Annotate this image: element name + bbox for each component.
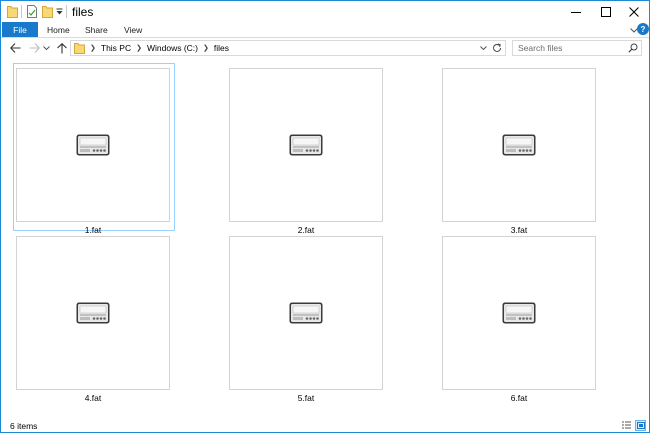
window-title: files: [72, 5, 94, 19]
breadcrumb-files[interactable]: files: [214, 43, 229, 53]
details-view-icon: [622, 421, 631, 429]
drive-device-icon: [76, 302, 110, 324]
customize-toolbar-chevron-icon[interactable]: [55, 4, 63, 19]
item-count: 6 items: [10, 421, 38, 431]
breadcrumb-windows-c[interactable]: Windows (C:): [147, 43, 198, 53]
search-input[interactable]: Search files: [512, 40, 642, 56]
search-placeholder: Search files: [518, 43, 563, 53]
large-icons-view-icon: [636, 422, 645, 429]
drive-device-icon: [289, 302, 323, 324]
file-thumbnail[interactable]: [229, 68, 383, 222]
breadcrumb-separator-icon[interactable]: ❯: [203, 44, 209, 52]
search-icon[interactable]: [628, 43, 638, 53]
navigation-bar: ❯ This PC ❯ Windows (C:) ❯ files Search …: [1, 38, 649, 58]
back-button[interactable]: [7, 40, 23, 56]
drive-device-icon: [76, 134, 110, 156]
folder-icon: [74, 42, 85, 54]
help-button[interactable]: ?: [637, 23, 649, 35]
file-name[interactable]: 5.fat: [228, 393, 384, 403]
title-bar: files: [1, 1, 649, 22]
up-button[interactable]: [54, 40, 70, 56]
breadcrumb-separator-icon[interactable]: ❯: [136, 44, 142, 52]
large-icons-view-button[interactable]: [635, 420, 646, 431]
maximize-icon: [601, 6, 611, 17]
close-icon: [629, 6, 639, 17]
file-name[interactable]: 4.fat: [15, 393, 171, 403]
drive-device-icon: [502, 302, 536, 324]
tab-view[interactable]: View: [124, 22, 142, 37]
maximize-button[interactable]: [591, 1, 621, 22]
address-history-button[interactable]: [478, 43, 488, 53]
address-bar[interactable]: ❯ This PC ❯ Windows (C:) ❯ files: [70, 40, 506, 56]
properties-icon[interactable]: [26, 4, 38, 19]
file-name[interactable]: 6.fat: [441, 393, 597, 403]
recent-locations-button[interactable]: [41, 40, 51, 56]
file-name[interactable]: 2.fat: [228, 225, 384, 235]
toolbar-separator: [66, 5, 67, 18]
drive-device-icon: [289, 134, 323, 156]
refresh-button[interactable]: [491, 42, 503, 54]
forward-button[interactable]: [26, 40, 42, 56]
status-bar: 6 items: [1, 417, 649, 433]
tab-file[interactable]: File: [2, 22, 38, 37]
close-button[interactable]: [619, 1, 649, 22]
breadcrumb-separator-icon: ❯: [90, 45, 96, 52]
minimize-button[interactable]: [561, 1, 591, 22]
file-name[interactable]: 3.fat: [441, 225, 597, 235]
file-thumbnail[interactable]: [16, 68, 170, 222]
breadcrumb-this-pc[interactable]: This PC: [101, 43, 131, 53]
forward-arrow-icon: [29, 43, 40, 53]
minimize-icon: [571, 11, 581, 13]
new-folder-icon[interactable]: [41, 4, 53, 19]
folder-icon[interactable]: [6, 4, 18, 19]
file-name[interactable]: 1.fat: [15, 225, 171, 235]
tab-home[interactable]: Home: [47, 22, 70, 37]
file-thumbnail[interactable]: [229, 236, 383, 390]
back-arrow-icon: [9, 43, 20, 53]
tab-share[interactable]: Share: [85, 22, 108, 37]
ribbon-tabs: File Home Share View ?: [1, 22, 649, 37]
details-view-button[interactable]: [621, 420, 632, 431]
refresh-icon: [493, 43, 501, 52]
drive-device-icon: [502, 134, 536, 156]
chevron-down-icon: [42, 46, 50, 50]
up-arrow-icon: [57, 42, 67, 53]
chevron-down-icon: [479, 46, 487, 50]
toolbar-separator: [21, 5, 22, 18]
explorer-window: files File Home Share View ? ❯ This PC ❯…: [0, 0, 650, 433]
file-thumbnail[interactable]: [442, 68, 596, 222]
file-thumbnail[interactable]: [442, 236, 596, 390]
file-thumbnail[interactable]: [16, 236, 170, 390]
file-list: 1.fat 2.fat 3.fat 4.fat 5.fat 6.fat: [1, 59, 649, 417]
